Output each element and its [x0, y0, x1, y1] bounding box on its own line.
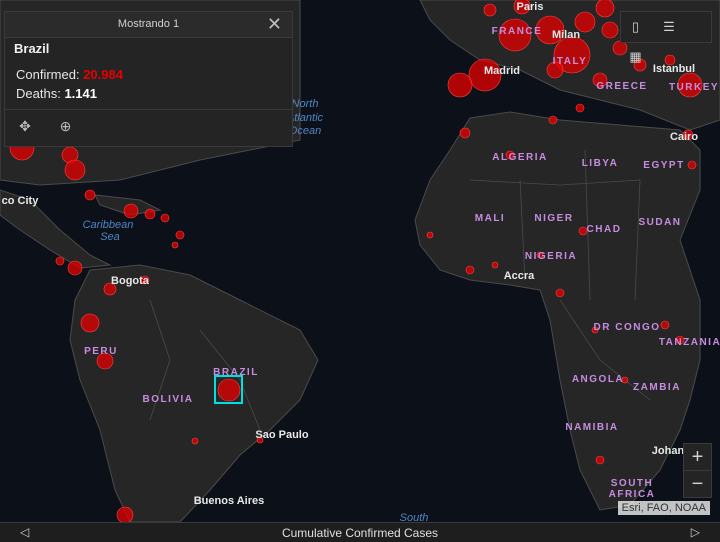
case-bubble[interactable] — [80, 313, 100, 333]
city-label-madrid: Madrid — [484, 65, 520, 77]
info-popup: Mostrando 1 ✕ Brazil Confirmed: 20.984 D… — [4, 11, 293, 147]
country-label-libya: LIBYA — [582, 158, 619, 169]
move-icon[interactable]: ✥ — [15, 118, 35, 138]
country-label-dr-congo: DR CONGO — [594, 322, 661, 333]
country-label-chad: CHAD — [587, 224, 622, 235]
case-bubble[interactable] — [123, 203, 139, 219]
case-bubble[interactable] — [171, 241, 179, 249]
case-bubble[interactable] — [116, 506, 134, 522]
popup-title: Mostrando 1 — [117, 18, 180, 30]
case-bubble[interactable] — [575, 103, 585, 113]
sea-caribbean-2-label: Sea — [100, 231, 120, 243]
basemap-grid-icon[interactable]: ▦ — [621, 42, 650, 72]
case-bubble[interactable] — [459, 127, 471, 139]
case-bubble[interactable] — [601, 21, 619, 39]
city-label-cairo: Cairo — [670, 131, 698, 143]
city-label-sao-paulo: Sao Paulo — [255, 429, 308, 441]
city-label-bogota: Bogota — [111, 275, 150, 287]
country-label-italy: ITALY — [553, 56, 588, 67]
ocean-south-label: South — [400, 512, 429, 522]
popup-country-name: Brazil — [14, 41, 50, 56]
country-label-sudan: SUDAN — [638, 217, 681, 228]
case-bubble[interactable] — [465, 265, 475, 275]
city-label-paris: Paris — [517, 1, 544, 13]
case-bubble[interactable] — [548, 115, 558, 125]
legend-list-icon[interactable]: ☰ — [654, 12, 683, 42]
zoom-to-icon[interactable]: ⊕ — [55, 118, 75, 138]
country-label-tanzania: TANZANIA — [659, 337, 720, 348]
case-bubble[interactable] — [426, 231, 434, 239]
confirmed-label: Confirmed: — [16, 67, 80, 82]
city-label-johan: Johan — [652, 445, 685, 457]
popup-actions: ✥ ⊕ — [15, 118, 91, 138]
case-bubble[interactable] — [217, 378, 241, 402]
country-label-niger: NIGER — [534, 213, 573, 224]
popup-header: Mostrando 1 ✕ — [5, 12, 292, 38]
country-label-south: SOUTH — [611, 478, 654, 489]
case-bubble[interactable] — [191, 437, 199, 445]
case-bubble[interactable] — [64, 159, 86, 181]
case-bubble[interactable] — [555, 288, 565, 298]
city-label-co-city: co City — [2, 195, 40, 207]
country-label-angola: ANGOLA — [572, 374, 624, 385]
next-arrow-icon[interactable]: ▷ — [691, 525, 700, 539]
case-bubble[interactable] — [160, 213, 170, 223]
case-bubble[interactable] — [595, 0, 615, 18]
country-label-turkey: TURKEY — [669, 82, 719, 93]
bottom-bar-label: Cumulative Confirmed Cases — [281, 526, 439, 540]
city-label-buenos-aires: Buenos Aires — [194, 495, 265, 507]
case-bubble[interactable] — [595, 455, 605, 465]
sea-caribbean-1-label: Caribbean — [83, 219, 134, 231]
country-label-africa: AFRICA — [609, 489, 656, 500]
map-frame: North Atlantic Ocean Caribbean Sea South FRANC… — [0, 0, 720, 542]
country-label-france: FRANCE — [492, 26, 543, 37]
country-label-nigeria: NIGERIA — [525, 251, 577, 262]
case-bubble[interactable] — [491, 261, 499, 269]
zoom-out-button[interactable]: − — [684, 470, 711, 497]
ocean-north-atlantic-3-label: Ocean — [289, 125, 321, 137]
confirmed-row: Confirmed: 20.984 — [16, 67, 123, 82]
country-label-zambia: ZAMBIA — [633, 382, 681, 393]
widget-toolbar: ▯ ☰ ▦ — [620, 11, 712, 64]
city-label-milan: Milan — [552, 29, 580, 41]
country-label-greece: GREECE — [596, 81, 647, 92]
zoom-controls: + − — [683, 443, 712, 498]
case-bubble[interactable] — [447, 72, 473, 98]
zoom-in-button[interactable]: + — [684, 444, 711, 470]
case-bubble[interactable] — [687, 160, 697, 170]
close-icon[interactable]: ✕ — [267, 14, 282, 35]
map-attribution: Esri, FAO, NOAA — [617, 501, 710, 515]
confirmed-value: 20.984 — [83, 67, 123, 82]
country-label-mali: MALI — [475, 213, 505, 224]
deaths-value: 1.141 — [64, 86, 97, 101]
bottom-bar: ◁ Cumulative Confirmed Cases ▷ — [0, 522, 720, 542]
country-label-egypt: EGYPT — [643, 160, 684, 171]
case-bubble[interactable] — [483, 3, 497, 17]
country-label-peru: PERU — [84, 346, 118, 357]
deaths-row: Deaths: 1.141 — [16, 86, 97, 101]
city-label-istanbul: Istanbul — [653, 63, 695, 75]
ocean-north-atlantic-1-label: North — [292, 98, 319, 110]
city-label-accra: Accra — [504, 270, 535, 282]
case-bubble[interactable] — [67, 260, 83, 276]
bookmark-icon[interactable]: ▯ — [621, 12, 650, 42]
country-label-namibia: NAMIBIA — [565, 422, 618, 433]
deaths-label: Deaths: — [16, 86, 61, 101]
case-bubble[interactable] — [84, 189, 96, 201]
popup-divider — [5, 109, 292, 110]
case-bubble[interactable] — [144, 208, 156, 220]
case-bubble[interactable] — [55, 256, 65, 266]
case-bubble[interactable] — [660, 320, 670, 330]
case-bubble[interactable] — [175, 230, 185, 240]
country-label-bolivia: BOLIVIA — [142, 394, 193, 405]
country-label-algeria: ALGERIA — [492, 152, 548, 163]
